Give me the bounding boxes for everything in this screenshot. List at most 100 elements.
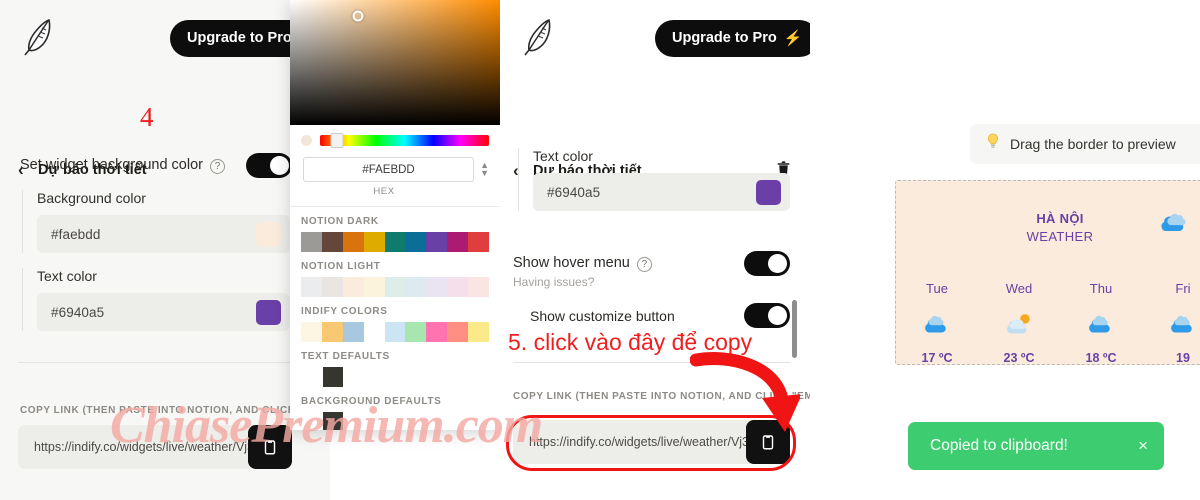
hue-slider-knob[interactable] <box>330 133 344 148</box>
swatch[interactable] <box>363 232 385 252</box>
show-hover-menu-label: Show hover menu? <box>513 255 652 273</box>
swatch[interactable] <box>426 277 448 297</box>
swatch[interactable] <box>301 322 322 342</box>
swatch[interactable] <box>321 277 343 297</box>
swatch[interactable] <box>384 232 406 252</box>
swatch[interactable] <box>321 322 343 342</box>
text-color-group-mid: Text color #6940a5 <box>518 148 790 211</box>
text-color-swatch[interactable] <box>256 299 281 325</box>
breadcrumb-row-left: ‹ Dự báo thời tiết <box>0 72 330 178</box>
weather-day: Wed 23 ºC 15 ºC <box>978 281 1060 365</box>
swatch[interactable] <box>447 322 469 342</box>
background-color-toggle[interactable] <box>246 153 292 178</box>
swatch[interactable] <box>384 277 406 297</box>
clipboard-icon[interactable] <box>248 425 292 469</box>
set-background-color-label: Set widget background color? <box>20 157 225 175</box>
swatch[interactable] <box>447 277 469 297</box>
palette-swatch-strip[interactable] <box>301 277 490 297</box>
close-icon[interactable]: × <box>1138 436 1148 456</box>
swatch[interactable] <box>323 412 343 430</box>
show-hover-menu-row: Show hover menu? <box>513 251 790 276</box>
show-hover-menu-toggle[interactable] <box>744 251 790 276</box>
swatch[interactable] <box>321 232 343 252</box>
text-color-field[interactable]: #6940a5 <box>37 293 290 331</box>
lightbulb-icon <box>986 133 1000 155</box>
swatch[interactable] <box>405 232 427 252</box>
swatch[interactable] <box>363 322 385 342</box>
swatch[interactable] <box>468 232 490 252</box>
swatch[interactable] <box>405 277 427 297</box>
text-color-label: Text color <box>533 148 593 164</box>
red-rounded-rect-icon <box>506 415 796 471</box>
screenshot-root: Upgrade to Pro ⚡ ‹ Dự báo thời tiết Set … <box>0 0 1200 500</box>
swatch[interactable] <box>301 232 322 252</box>
panel-scrollbar[interactable] <box>792 300 797 358</box>
background-color-swatch[interactable] <box>256 221 281 247</box>
swatch[interactable] <box>468 322 490 342</box>
swatch[interactable] <box>384 322 406 342</box>
weather-day: Thu 18 ºC 16 ºC <box>1060 281 1142 365</box>
show-customize-button-toggle[interactable] <box>744 303 790 328</box>
upgrade-to-pro-button[interactable]: Upgrade to Pro ⚡ <box>655 20 810 57</box>
day-high: 18 ºC <box>1085 351 1117 365</box>
hex-input[interactable] <box>303 157 475 182</box>
text-color-field[interactable]: #6940a5 <box>533 173 790 211</box>
palette-title: TEXT DEFAULTS <box>301 351 390 362</box>
day-high: 17 ºC <box>921 351 953 365</box>
swatch[interactable] <box>405 322 427 342</box>
saturation-value-area[interactable] <box>290 0 500 125</box>
swatch[interactable] <box>342 277 364 297</box>
swatch[interactable] <box>301 277 322 297</box>
swatch[interactable] <box>426 232 448 252</box>
hue-row <box>290 125 500 148</box>
swatch[interactable] <box>342 232 364 252</box>
palette-title: NOTION LIGHT <box>301 261 381 272</box>
text-color-value: #6940a5 <box>547 184 601 200</box>
palette-swatch-strip[interactable] <box>301 412 489 430</box>
hex-input-row: ▲▼ <box>290 146 500 182</box>
palette-swatch-strip[interactable] <box>301 322 490 342</box>
copy-link-caption-left: COPY LINK (THEN PASTE INTO NOTION, AND C… <box>20 405 330 416</box>
question-circle-icon[interactable]: ? <box>209 159 225 175</box>
text-color-swatch[interactable] <box>756 179 781 205</box>
swatch[interactable] <box>342 322 364 342</box>
hex-caption: HEX <box>373 186 395 197</box>
current-color-dot <box>301 135 312 146</box>
weather-subtitle: WEATHER <box>1026 229 1094 244</box>
swatch[interactable] <box>447 232 469 252</box>
palette-indify-colors: INDIFY COLORS <box>290 297 500 342</box>
sv-selector-knob[interactable] <box>352 10 364 22</box>
palette-background-defaults: BACKGROUND DEFAULTS <box>290 387 500 430</box>
palette-swatch-strip[interactable] <box>301 367 489 387</box>
swatch[interactable] <box>323 367 343 387</box>
palette-swatch-strip[interactable] <box>301 232 490 252</box>
swatch[interactable] <box>468 277 490 297</box>
palette-title: INDIFY COLORS <box>301 306 388 317</box>
background-color-field[interactable]: #faebdd <box>37 215 290 253</box>
app-header-left: Upgrade to Pro ⚡ <box>0 0 330 72</box>
weather-day: Fri 19 17 <box>1142 281 1200 364</box>
copied-toast: Copied to clipboard! × <box>908 422 1164 470</box>
copy-link-box-left[interactable]: https://indify.co/widgets/live/weather/V… <box>18 425 292 469</box>
text-color-group-left: Text color #6940a5 <box>22 268 290 331</box>
breadcrumb-row-mid: ‹ Dự báo thời tiết <box>500 72 810 179</box>
stepper-up-down-icon[interactable]: ▲ ▼ <box>480 161 489 178</box>
toast-message: Copied to clipboard! <box>930 437 1068 454</box>
text-color-value: #6940a5 <box>51 304 105 320</box>
annotation-step-4: 4 <box>140 102 154 132</box>
background-color-group: Background color #faebdd <box>22 190 290 253</box>
having-issues-label[interactable]: Having issues? <box>513 275 594 289</box>
palette-title: NOTION DARK <box>301 216 379 227</box>
feather-icon <box>522 16 556 56</box>
question-circle-icon[interactable]: ? <box>636 257 652 273</box>
upgrade-label: Upgrade to Pro <box>672 30 777 46</box>
color-picker-popup[interactable]: ▲▼ HEX NOTION DARK NOTION LIGHT <box>290 0 500 430</box>
palette-title: BACKGROUND DEFAULTS <box>301 396 442 407</box>
cloud-icon <box>1156 209 1192 240</box>
day-high: 23 ºC <box>1003 351 1035 365</box>
swatch[interactable] <box>363 277 385 297</box>
set-widget-background-color-row: Set widget background color? <box>20 153 292 178</box>
weather-widget-preview[interactable]: HÀ NỘI WEATHER Tue 17 ºC Wed 23 ºC Thu 1… <box>895 180 1200 365</box>
swatch[interactable] <box>426 322 448 342</box>
hue-slider[interactable] <box>320 133 489 148</box>
